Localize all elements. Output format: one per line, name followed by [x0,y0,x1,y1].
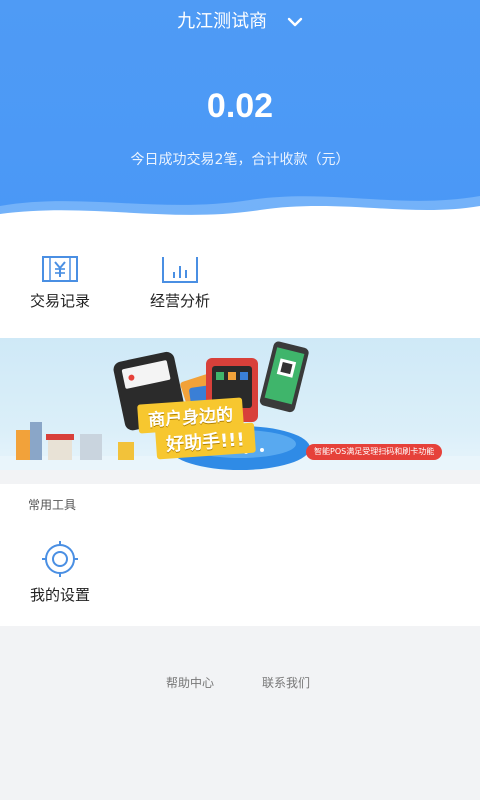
common-tools-title: 常用工具 [28,498,77,512]
yuan-ledger-icon [41,254,79,284]
chevron-down-icon [287,10,303,34]
merchant-name: 九江测试商 [177,11,268,32]
my-settings-button[interactable]: 我的设置 [22,540,98,606]
today-summary: 今日成功交易2笔，合计收款（元） [130,152,350,168]
my-settings-label: 我的设置 [29,586,90,604]
promo-banner[interactable]: 商户身边的 好助手!!! 智能POS满足受理扫码和刷卡功能 [0,338,480,470]
header-wave-decoration [0,196,480,224]
common-tools-section: 常用工具 我的设置 [0,484,480,626]
footer-links: 帮助中心 联系我们 [0,674,480,694]
banner-tagline: 智能POS满足受理扫码和刷卡功能 [306,444,443,460]
bar-chart-icon [161,254,199,284]
business-analysis-button[interactable]: 经营分析 [135,254,225,312]
merchant-selector[interactable]: 九江测试商 [0,10,480,34]
account-header: 九江测试商 0.02 今日成功交易2笔，合计收款（元） [0,0,480,224]
contact-us-link[interactable]: 联系我们 [262,674,310,691]
business-analysis-label: 经营分析 [149,292,210,310]
help-center-link[interactable]: 帮助中心 [166,674,214,691]
today-amount: 0.02 [206,87,274,125]
quick-actions: 交易记录 经营分析 [0,224,480,338]
settings-icon [41,540,79,578]
transaction-records-label: 交易记录 [29,292,90,310]
transaction-records-button[interactable]: 交易记录 [15,254,105,312]
